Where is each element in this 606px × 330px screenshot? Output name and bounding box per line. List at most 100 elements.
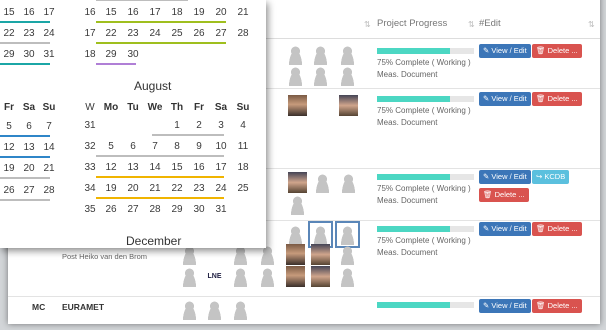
avatar[interactable] xyxy=(313,172,332,193)
sort-icon[interactable]: ⇅ xyxy=(364,20,371,29)
avatar[interactable] xyxy=(231,266,250,287)
calendar-day[interactable]: 16 xyxy=(122,7,144,18)
calendar-day[interactable]: 31 xyxy=(38,49,60,60)
calendar-day[interactable]: 19 xyxy=(0,163,20,174)
kcdb-button[interactable]: ↪ KCDB xyxy=(532,170,570,184)
calendar-day[interactable]: 17 xyxy=(38,7,60,18)
avatar[interactable] xyxy=(258,266,277,287)
calendar-day[interactable]: 20 xyxy=(210,7,232,18)
calendar-day[interactable]: 28 xyxy=(38,185,60,196)
calendar-day[interactable]: 17 xyxy=(210,162,232,173)
calendar-day[interactable]: 27 xyxy=(18,185,40,196)
calendar-day[interactable]: 23 xyxy=(18,28,40,39)
view-edit-button[interactable]: ✎ View / Edit xyxy=(479,92,531,106)
avatar[interactable] xyxy=(180,299,199,320)
sort-icon[interactable]: ⇅ xyxy=(468,20,475,29)
calendar-day[interactable]: 28 xyxy=(232,28,254,39)
calendar-day[interactable]: 22 xyxy=(100,28,122,39)
calendar-day[interactable]: 26 xyxy=(188,28,210,39)
calendar-day[interactable]: 15 xyxy=(166,162,188,173)
avatar[interactable] xyxy=(338,244,357,265)
avatar[interactable] xyxy=(286,44,305,65)
avatar[interactable] xyxy=(288,172,307,193)
avatar[interactable] xyxy=(288,95,307,116)
calendar-day[interactable]: 30 xyxy=(18,49,40,60)
progress-header[interactable]: Project Progress xyxy=(377,18,447,29)
calendar-day[interactable]: 23 xyxy=(122,28,144,39)
avatar[interactable] xyxy=(286,266,305,287)
avatar[interactable] xyxy=(286,244,305,265)
calendar-day[interactable]: 23 xyxy=(188,183,210,194)
avatar[interactable] xyxy=(180,266,199,287)
avatar[interactable] xyxy=(308,221,333,248)
avatar[interactable] xyxy=(286,224,305,245)
calendar-day[interactable]: 16 xyxy=(188,162,210,173)
sort-icon[interactable]: ⇅ xyxy=(588,20,595,29)
calendar-day[interactable]: 30 xyxy=(188,204,210,215)
avatar[interactable] xyxy=(339,172,358,193)
calendar-day[interactable]: 21 xyxy=(232,7,254,18)
calendar-day[interactable]: 1 xyxy=(166,120,188,131)
calendar-day[interactable]: 9 xyxy=(188,141,210,152)
avatar[interactable] xyxy=(339,95,358,116)
delete-button[interactable]: 🗑 Delete ... xyxy=(532,44,582,58)
avatar[interactable] xyxy=(311,44,330,65)
meas-document-link[interactable]: Meas. Document xyxy=(377,248,437,257)
avatar[interactable] xyxy=(311,244,330,265)
avatar[interactable] xyxy=(338,44,357,65)
calendar-day[interactable]: 19 xyxy=(100,183,122,194)
calendar-day[interactable]: 18 xyxy=(232,162,254,173)
calendar-day[interactable]: 10 xyxy=(210,141,232,152)
calendar-day[interactable]: 20 xyxy=(18,163,40,174)
calendar-day[interactable]: 26 xyxy=(0,185,20,196)
delete-button[interactable]: 🗑 Delete ... xyxy=(532,92,582,106)
avatar[interactable] xyxy=(288,194,307,215)
calendar-day[interactable]: 22 xyxy=(166,183,188,194)
avatar[interactable] xyxy=(286,65,305,86)
calendar-day[interactable]: 13 xyxy=(18,142,40,153)
calendar-day[interactable]: 12 xyxy=(0,142,20,153)
avatar[interactable] xyxy=(338,65,357,86)
delete-button[interactable]: 🗑 Delete ... xyxy=(532,222,582,236)
calendar-day[interactable]: 6 xyxy=(122,141,144,152)
meas-document-link[interactable]: Meas. Document xyxy=(377,70,437,79)
calendar-day[interactable]: 4 xyxy=(232,120,254,131)
calendar-day[interactable]: 3 xyxy=(210,120,232,131)
meas-document-link[interactable]: Meas. Document xyxy=(377,196,437,205)
avatar[interactable] xyxy=(311,65,330,86)
calendar-day[interactable]: 22 xyxy=(0,28,20,39)
calendar-day[interactable]: 24 xyxy=(38,28,60,39)
calendar-day[interactable]: 6 xyxy=(18,121,40,132)
calendar-day[interactable]: 8 xyxy=(166,141,188,152)
calendar-day[interactable]: 24 xyxy=(144,28,166,39)
calendar-day[interactable]: 19 xyxy=(188,7,210,18)
avatar[interactable] xyxy=(205,299,224,320)
calendar-day[interactable]: 26 xyxy=(100,204,122,215)
view-edit-button[interactable]: ✎ View / Edit xyxy=(479,170,531,184)
calendar-day[interactable]: 27 xyxy=(122,204,144,215)
delete-button[interactable]: 🗑 Delete ... xyxy=(532,299,582,313)
calendar-day[interactable]: 25 xyxy=(166,28,188,39)
calendar-day[interactable]: 29 xyxy=(0,49,20,60)
calendar-day[interactable]: 2 xyxy=(188,120,210,131)
calendar-day[interactable]: 14 xyxy=(144,162,166,173)
calendar-day[interactable]: 18 xyxy=(166,7,188,18)
calendar-day[interactable]: 17 xyxy=(144,7,166,18)
avatar[interactable] xyxy=(335,221,360,248)
calendar-day[interactable]: 11 xyxy=(232,141,254,152)
avatar[interactable] xyxy=(311,266,330,287)
calendar-day[interactable]: 5 xyxy=(0,121,20,132)
calendar-day[interactable]: 28 xyxy=(144,204,166,215)
calendar-day[interactable]: 31 xyxy=(210,204,232,215)
organisation-logo[interactable]: LNE xyxy=(205,266,224,287)
delete-button[interactable]: 🗑 Delete ... xyxy=(479,188,529,202)
calendar-day[interactable]: 30 xyxy=(122,49,144,60)
calendar-day[interactable]: 15 xyxy=(0,7,20,18)
meas-document-link[interactable]: Meas. Document xyxy=(377,118,437,127)
view-edit-button[interactable]: ✎ View / Edit xyxy=(479,222,531,236)
calendar-day[interactable]: 15 xyxy=(100,7,122,18)
calendar-day[interactable]: 12 xyxy=(100,162,122,173)
calendar-day[interactable]: 21 xyxy=(38,163,60,174)
calendar-day[interactable]: 24 xyxy=(210,183,232,194)
calendar-day[interactable]: 27 xyxy=(210,28,232,39)
